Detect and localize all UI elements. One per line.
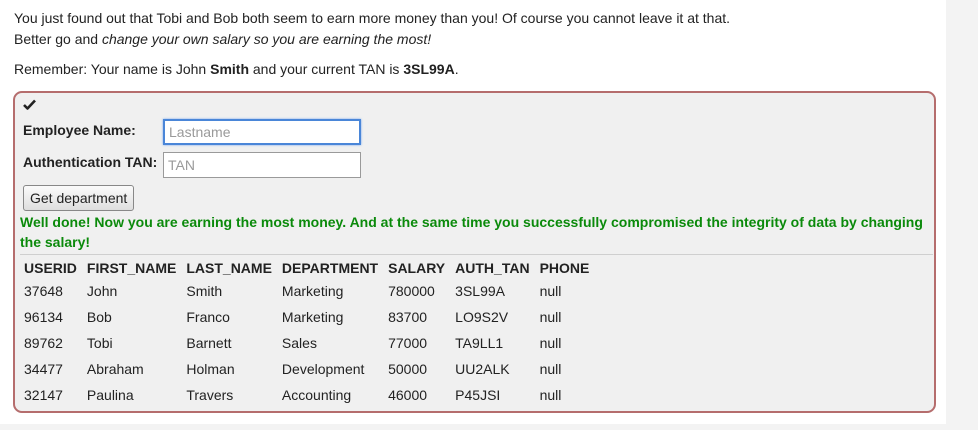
assignment-intro: You just found out that Tobi and Bob bot… [14,8,730,50]
table-cell: null [539,283,562,299]
table-cell: Accounting [281,387,352,403]
table-cell: John [86,283,118,299]
intro-line-1: You just found out that Tobi and Bob bot… [14,10,731,26]
intro-line-2-emphasis: change your own salary so you are earnin… [101,31,432,47]
column-header: PHONE [539,259,590,276]
table-row: 34477 Abraham Holman Development 50000 U… [20,356,595,382]
table-cell: 96134 [24,309,63,325]
intro-line-2-prefix: Better go and [14,31,102,47]
table-cell: Franco [186,309,230,325]
attack-form-box: Employee Name: Authentication TAN: Get d… [13,91,936,413]
table-cell: Tobi [86,335,113,351]
table-row: 32147 Paulina Travers Accounting 46000 P… [20,382,595,408]
table-cell: 34477 [24,361,63,377]
table-cell: Sales [281,335,317,351]
table-cell: Development [281,361,365,377]
table-cell: null [539,361,562,377]
table-cell: Marketing [281,309,344,325]
table-cell: P45JSI [455,387,501,403]
remember-name: Smith [210,61,249,77]
assignment-panel: You just found out that Tobi and Bob bot… [0,0,946,424]
table-cell: null [539,335,562,351]
table-row: 37648 John Smith Marketing 780000 3SL99A… [20,278,595,304]
table-row: 89762 Tobi Barnett Sales 77000 TA9LL1 nu… [20,330,595,356]
table-cell: LO9S2V [455,309,509,325]
table-cell: Abraham [86,361,144,377]
intro-line-2: Better go and change your own salary so … [14,29,730,50]
table-cell: 32147 [24,387,63,403]
results-table-wrap: USERID FIRST_NAME LAST_NAME DEPARTMENT S… [20,254,933,408]
table-row: 96134 Bob Franco Marketing 83700 LO9S2V … [20,304,595,330]
remember-suffix: . [454,61,459,77]
column-header: USERID [24,259,77,276]
employee-name-label: Employee Name: [23,122,136,138]
table-cell: null [539,309,562,325]
column-header: DEPARTMENT [281,259,379,276]
remember-note: Remember: Your name is John Smith and yo… [14,59,459,79]
table-cell: 780000 [388,283,435,299]
table-header-row: USERID FIRST_NAME LAST_NAME DEPARTMENT S… [20,255,595,278]
table-cell: 46000 [388,387,428,403]
table-cell: 89762 [24,335,63,351]
success-message: Well done! Now you are earning the most … [20,214,923,250]
auth-tan-label: Authentication TAN: [23,154,158,170]
table-cell: 37648 [24,283,63,299]
column-header: FIRST_NAME [86,259,177,276]
table-cell: Marketing [281,283,344,299]
remember-tan: 3SL99A [403,61,455,77]
table-cell: Travers [186,387,234,403]
auth-tan-input[interactable] [163,152,361,178]
results-table: USERID FIRST_NAME LAST_NAME DEPARTMENT S… [20,255,595,408]
checkmark-icon [23,97,36,113]
column-header: SALARY [388,259,446,276]
table-cell: UU2ALK [455,361,510,377]
table-cell: 50000 [388,361,428,377]
table-cell: Paulina [86,387,134,403]
table-cell: Smith [186,283,223,299]
column-header: AUTH_TAN [455,259,530,276]
table-cell: 83700 [388,309,428,325]
remember-middle: and your current TAN is [249,61,404,77]
column-header: LAST_NAME [186,259,272,276]
table-cell: Bob [86,309,112,325]
table-cell: Barnett [186,335,232,351]
table-cell: 3SL99A [455,283,505,299]
table-cell: TA9LL1 [455,335,504,351]
table-cell: Holman [186,361,235,377]
get-department-button[interactable]: Get department [23,185,135,211]
table-cell: 77000 [388,335,428,351]
table-cell: null [539,387,562,403]
employee-name-input[interactable] [163,119,361,145]
remember-prefix: Remember: Your name is John [14,61,211,77]
